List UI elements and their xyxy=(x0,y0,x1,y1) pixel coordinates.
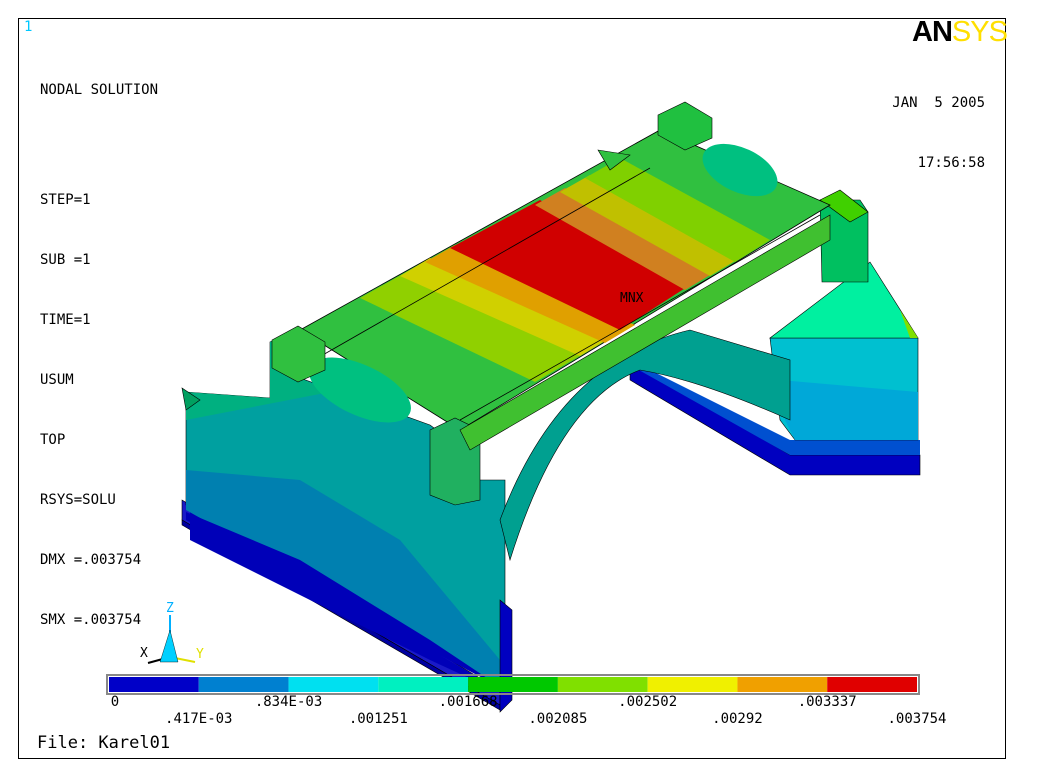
triad-cone xyxy=(159,629,179,663)
max-marker: MNX xyxy=(620,291,644,306)
legend-swatch xyxy=(288,677,379,692)
legend-value-label: .003337 xyxy=(797,694,857,710)
legend-swatch xyxy=(468,677,558,692)
axis-triad: Z Y X xyxy=(140,601,204,664)
triad-z-label: Z xyxy=(166,601,174,616)
file-label: File: Karel01 xyxy=(37,733,171,753)
legend-value-label: .002085 xyxy=(528,711,588,727)
legend-swatch xyxy=(109,677,199,692)
legend-swatch xyxy=(198,677,289,692)
triad-x-label: X xyxy=(140,646,148,661)
legend-value-label: .001251 xyxy=(348,711,408,727)
legend-swatch xyxy=(557,677,648,692)
pier-leg xyxy=(499,599,513,713)
legend-swatch xyxy=(647,677,738,692)
legend-swatch xyxy=(737,677,828,692)
legend-value-label: .834E-03 xyxy=(254,694,323,710)
legend-value-label: .003754 xyxy=(887,711,947,727)
legend-swatch xyxy=(378,677,469,692)
legend-value-label: .417E-03 xyxy=(165,711,233,727)
legend-value-label: 0 xyxy=(110,694,120,710)
triad-y-label: Y xyxy=(196,647,204,662)
legend-value-label: .002502 xyxy=(618,694,678,710)
legend-value-label: .001668 xyxy=(438,694,498,710)
legend-swatch xyxy=(827,677,917,692)
model-viewport: MNX Z Y X xyxy=(106,101,921,713)
contour-legend xyxy=(106,674,920,695)
legend-value-label: .00292 xyxy=(712,711,763,727)
